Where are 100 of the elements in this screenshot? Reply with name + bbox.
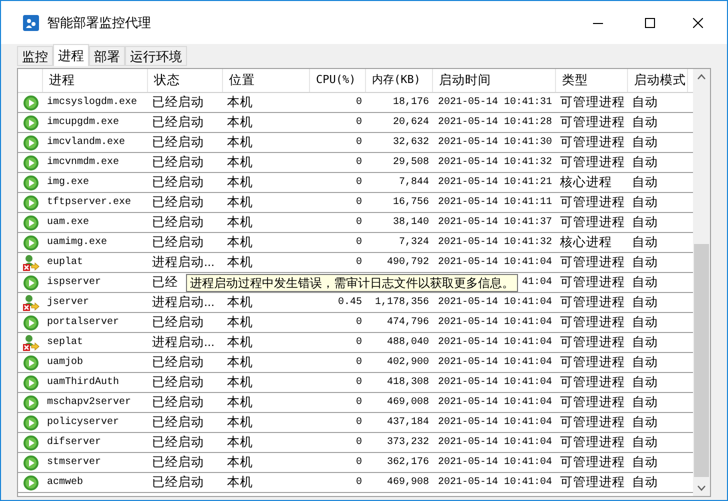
memory-value: 1,178,356 <box>374 296 429 310</box>
column-header[interactable]: 状态 <box>154 71 180 90</box>
mode-text: 自动 <box>632 94 658 112</box>
mode-text: 自动 <box>632 394 658 412</box>
memory-value: 16,756 <box>392 196 429 210</box>
type-text: 可管理进程 <box>560 474 625 492</box>
cpu-value: 0 <box>356 396 362 410</box>
status-text: 已经启动 <box>152 374 204 392</box>
start-time: 2021-05-14 10:41:28 <box>438 116 552 130</box>
location-text: 本机 <box>227 394 253 412</box>
process-name: imcvnmdm.exe <box>47 156 120 170</box>
process-name: uam.exe <box>47 216 90 230</box>
play-icon <box>22 394 38 410</box>
memory-value: 402,900 <box>386 356 429 370</box>
cpu-value: 0 <box>356 256 362 270</box>
mode-text: 自动 <box>632 314 658 332</box>
play-icon <box>22 314 38 330</box>
cpu-value: 0 <box>356 416 362 430</box>
status-text: 已经启动 <box>152 414 204 432</box>
location-text: 本机 <box>227 114 253 132</box>
process-name: imcsyslogdm.exe <box>47 96 138 110</box>
status-text: 已经启动 <box>152 354 204 372</box>
column-header[interactable]: 进程 <box>49 71 75 90</box>
memory-value: 362,176 <box>386 456 429 470</box>
scrollbar[interactable] <box>693 69 710 496</box>
mode-text: 自动 <box>632 434 658 452</box>
process-name: tftpserver.exe <box>47 196 132 210</box>
window-title: 智能部署监控代理 <box>47 14 151 32</box>
cpu-value: 0 <box>356 316 362 330</box>
tab[interactable]: 监控 <box>17 46 53 66</box>
cpu-value: 0 <box>356 156 362 170</box>
process-name: uamimg.exe <box>47 236 108 250</box>
play-icon <box>22 174 38 190</box>
start-time: 2021-05-14 10:41:32 <box>438 156 552 170</box>
play-icon <box>22 414 38 430</box>
status-text: 已经启动 <box>152 314 204 332</box>
location-text: 本机 <box>227 134 253 152</box>
process-name: portalserver <box>47 316 120 330</box>
memory-value: 469,008 <box>386 396 429 410</box>
start-time: 2021-05-14 10:41:04 <box>438 356 552 370</box>
column-header[interactable]: 内存(KB) <box>372 72 420 89</box>
status-text: 已经启动 <box>152 454 204 472</box>
start-time: 41:04 <box>522 276 552 290</box>
column-header[interactable]: 类型 <box>562 71 588 90</box>
cpu-value: 0.45 <box>338 296 362 310</box>
status-text: 进程启动... <box>152 334 214 352</box>
column-header[interactable]: 启动模式 <box>634 71 686 90</box>
cpu-value: 0 <box>356 376 362 390</box>
memory-value: 488,040 <box>386 336 429 350</box>
play-icon <box>22 134 38 150</box>
play-icon <box>22 374 38 390</box>
tab[interactable]: 进程 <box>53 44 89 66</box>
memory-value: 38,140 <box>392 216 429 230</box>
mode-text: 自动 <box>632 174 658 192</box>
play-icon <box>22 354 38 370</box>
status-text: 已经启动 <box>152 394 204 412</box>
type-text: 核心进程 <box>560 174 612 192</box>
tab[interactable]: 部署 <box>89 46 125 66</box>
column-header[interactable]: 位置 <box>229 71 255 90</box>
maximize-icon <box>645 18 655 28</box>
location-text: 本机 <box>227 154 253 172</box>
status-text: 进程启动... <box>152 294 214 312</box>
start-time: 2021-05-14 10:41:04 <box>438 376 552 390</box>
status-text: 已经启动 <box>152 214 204 232</box>
process-name: stmserver <box>47 456 102 470</box>
play-icon <box>22 194 38 210</box>
mode-text: 自动 <box>632 334 658 352</box>
process-name: img.exe <box>47 176 90 190</box>
start-time: 2021-05-14 10:41:21 <box>438 176 552 190</box>
play-icon <box>22 434 38 450</box>
type-text: 可管理进程 <box>560 194 625 212</box>
start-time: 2021-05-14 10:41:11 <box>438 196 552 210</box>
status-text: 已经启动 <box>152 134 204 152</box>
cpu-value: 0 <box>356 236 362 250</box>
play-icon <box>22 234 38 250</box>
memory-value: 18,176 <box>392 96 429 110</box>
mode-text: 自动 <box>632 254 658 272</box>
mode-text: 自动 <box>632 194 658 212</box>
start-time: 2021-05-14 10:41:04 <box>438 256 552 270</box>
location-text: 本机 <box>227 354 253 372</box>
column-header[interactable]: 启动时间 <box>439 71 491 90</box>
status-text: 已经启动 <box>152 174 204 192</box>
location-text: 本机 <box>227 414 253 432</box>
process-name: imcupgdm.exe <box>47 116 120 130</box>
user-error-icon <box>22 254 40 272</box>
mode-text: 自动 <box>632 154 658 172</box>
status-text: 已经启动 <box>152 434 204 452</box>
memory-value: 418,308 <box>386 376 429 390</box>
mode-text: 自动 <box>632 274 658 292</box>
location-text: 本机 <box>227 374 253 392</box>
tab[interactable]: 运行环境 <box>125 46 187 66</box>
column-header[interactable]: CPU(%) <box>316 72 356 89</box>
start-time: 2021-05-14 10:41:30 <box>438 136 552 150</box>
start-time: 2021-05-14 10:41:04 <box>438 316 552 330</box>
cpu-value: 0 <box>356 476 362 490</box>
mode-text: 自动 <box>632 114 658 132</box>
type-text: 可管理进程 <box>560 434 625 452</box>
type-text: 可管理进程 <box>560 334 625 352</box>
status-text: 进程启动... <box>152 254 214 272</box>
scroll-thumb[interactable] <box>694 244 709 477</box>
